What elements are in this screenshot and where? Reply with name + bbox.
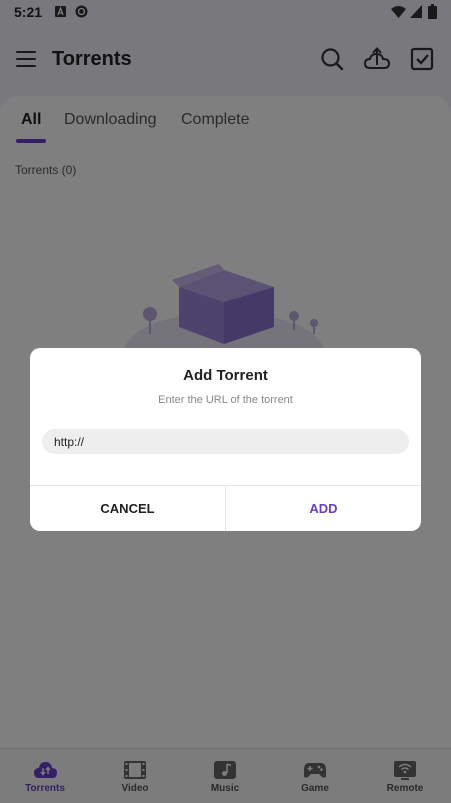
torrent-url-input[interactable] — [42, 429, 409, 454]
cancel-button[interactable]: CANCEL — [30, 486, 225, 531]
add-button[interactable]: ADD — [226, 486, 421, 531]
add-torrent-dialog: Add Torrent Enter the URL of the torrent… — [30, 348, 421, 531]
dialog-subtitle: Enter the URL of the torrent — [158, 394, 293, 406]
dialog-title: Add Torrent — [183, 367, 268, 384]
